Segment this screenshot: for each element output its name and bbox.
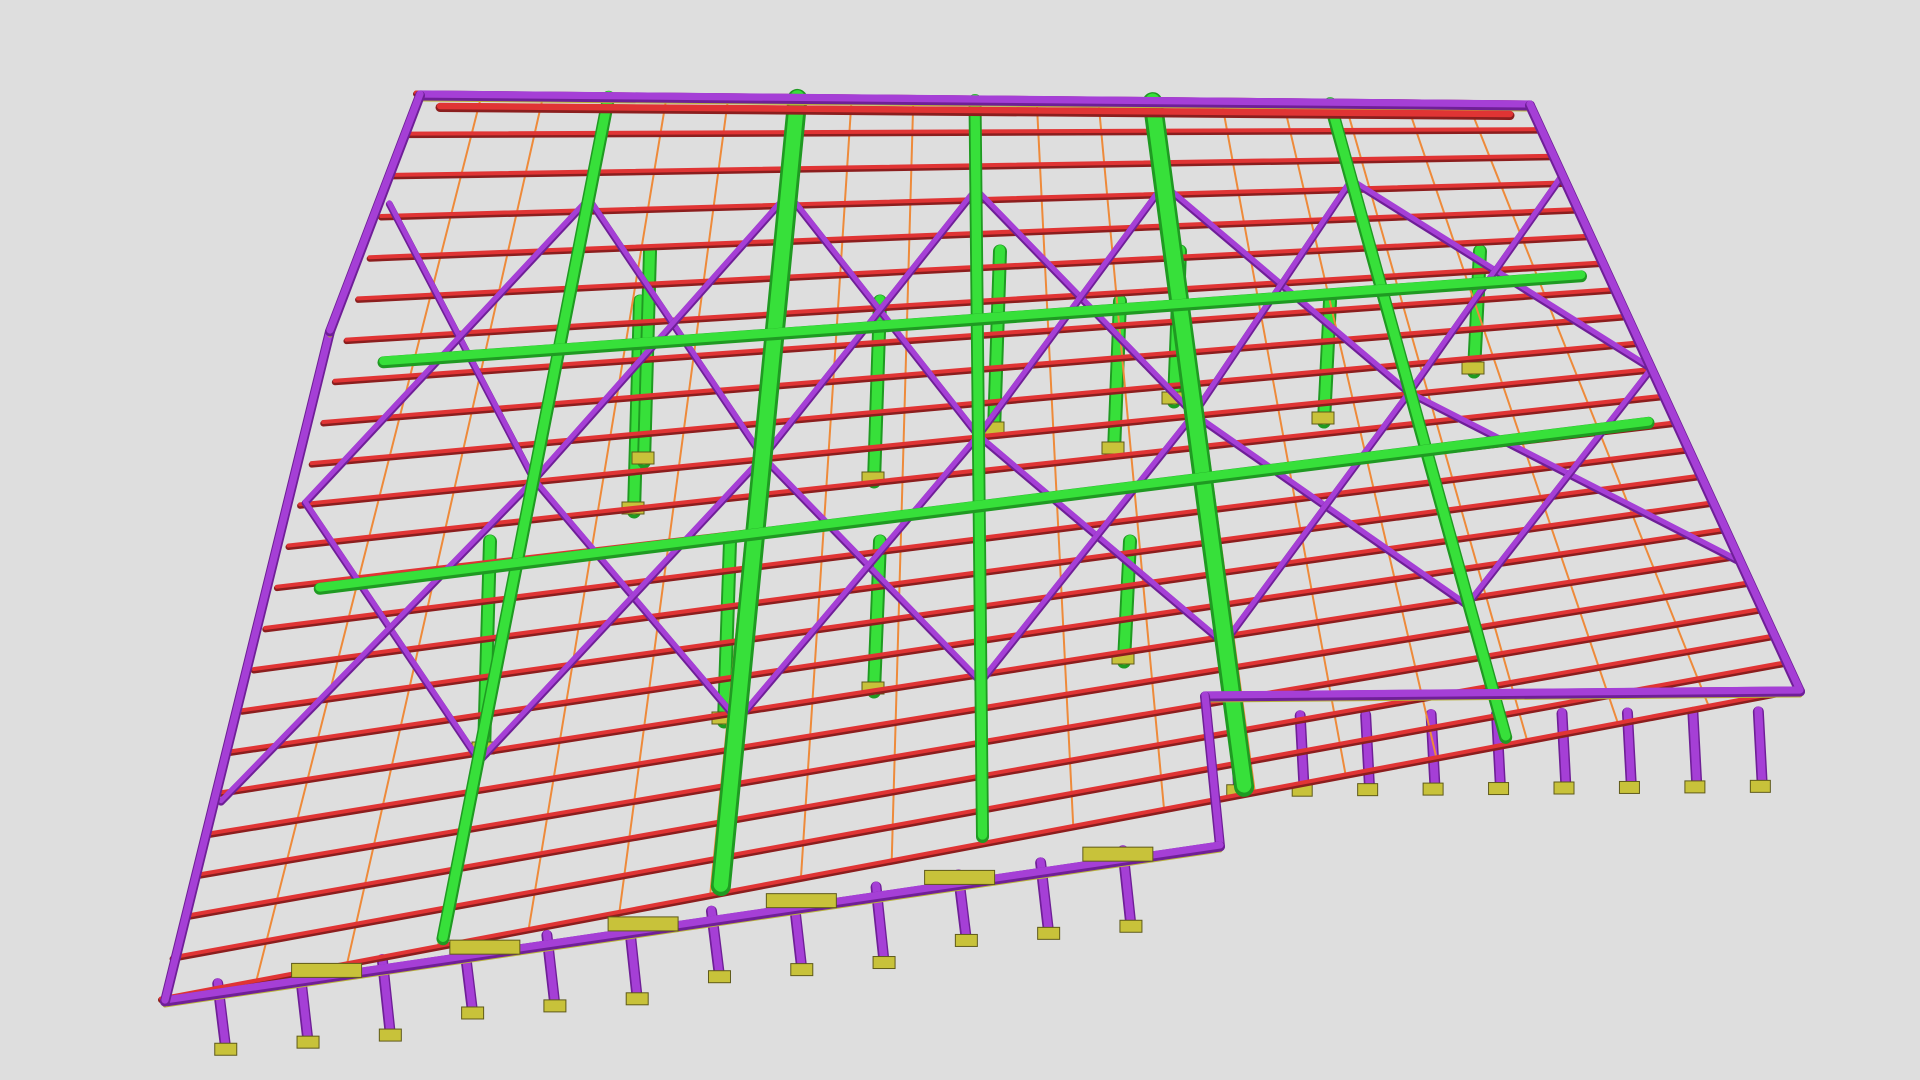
column-baseplate	[1101, 441, 1125, 455]
column-baseplate	[631, 451, 655, 465]
column-purple	[1361, 709, 1374, 793]
eave-plate	[1082, 846, 1154, 862]
column-baseplate	[1618, 780, 1640, 794]
column-baseplate	[1037, 926, 1061, 940]
column-baseplate	[214, 1042, 238, 1056]
eave-plate	[291, 962, 363, 978]
eave-plate	[765, 893, 837, 909]
eave-plate	[607, 916, 679, 932]
column-baseplate	[1684, 780, 1706, 794]
eave-plate	[449, 939, 521, 955]
column-green	[718, 534, 736, 726]
steel-structure-model[interactable]	[0, 0, 1920, 1080]
column-baseplate	[954, 933, 978, 947]
3d-viewport[interactable]	[0, 0, 1920, 1080]
column-baseplate	[790, 963, 814, 977]
column-baseplate	[625, 992, 649, 1006]
column-baseplate	[461, 1006, 485, 1020]
column-baseplate	[1461, 361, 1485, 375]
column-baseplate	[1488, 782, 1510, 796]
eave-plate	[924, 869, 996, 885]
column-baseplate	[1422, 782, 1444, 796]
edge-purple	[1201, 686, 1804, 699]
column-baseplate	[1119, 919, 1143, 933]
column-baseplate	[296, 1035, 320, 1049]
column-purple	[1688, 706, 1701, 790]
column-purple	[1558, 708, 1570, 791]
column-baseplate	[1357, 783, 1379, 797]
column-baseplate	[1311, 411, 1335, 425]
column-baseplate	[378, 1028, 402, 1042]
column-baseplate	[1553, 781, 1575, 795]
edge-purple	[1526, 100, 1804, 694]
column-purple	[1754, 706, 1767, 790]
column-baseplate	[707, 970, 731, 984]
rafters	[313, 88, 1655, 946]
brace-diagonal	[386, 200, 537, 482]
brace-diagonal	[975, 432, 1227, 646]
column-baseplate	[1749, 779, 1771, 793]
column-baseplate	[543, 999, 567, 1013]
column-baseplate	[872, 956, 896, 970]
